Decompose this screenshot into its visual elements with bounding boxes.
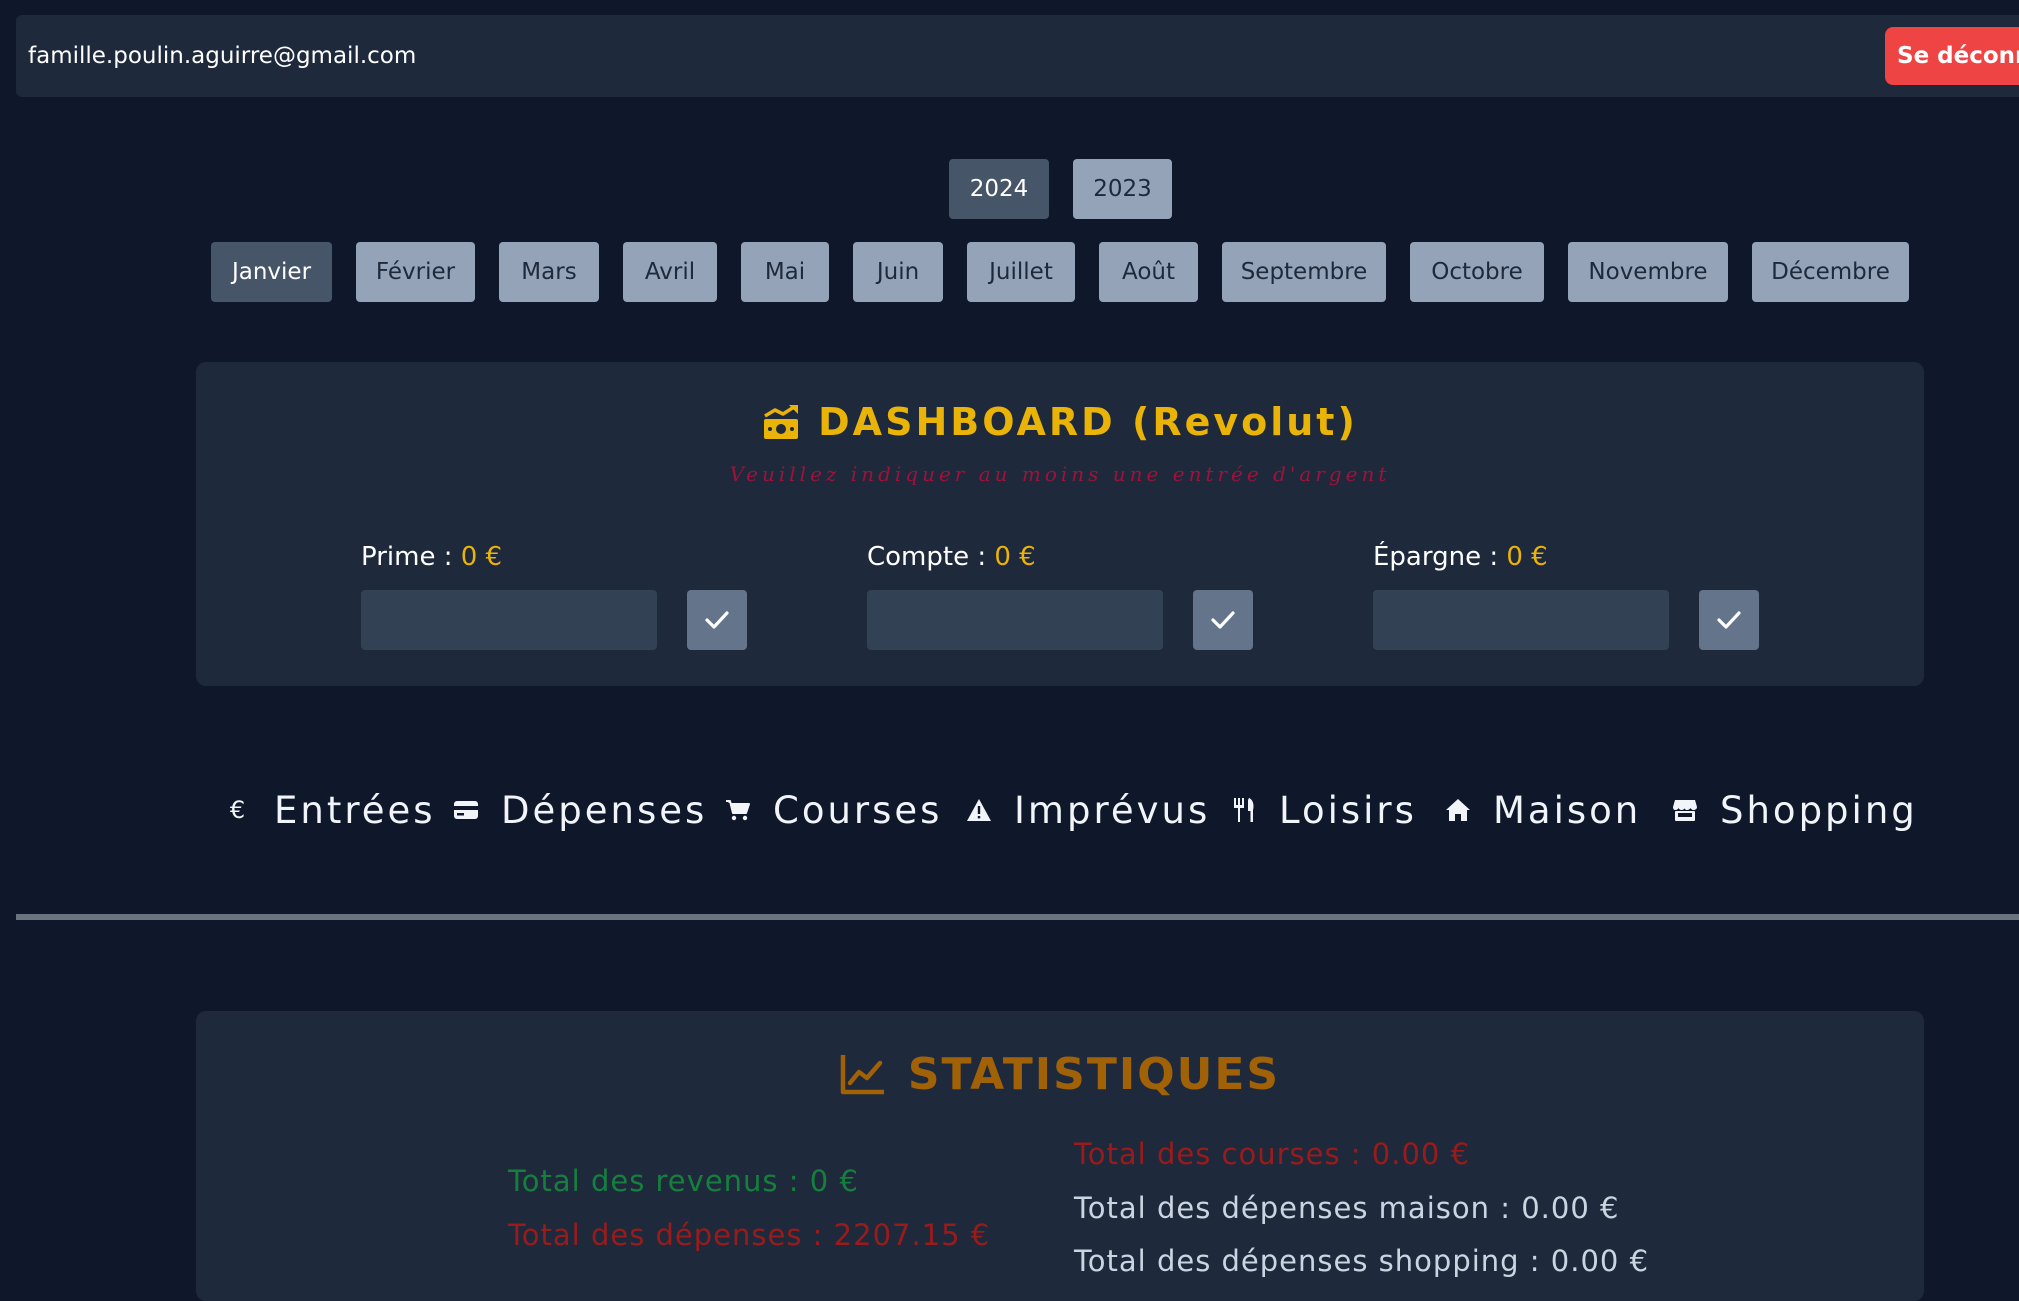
compte-input[interactable]	[867, 590, 1163, 650]
stat-total-revenus: Total des revenus : 0 €	[508, 1164, 859, 1198]
month-button-aout[interactable]: Août	[1099, 242, 1198, 302]
money-bill-trend-icon	[764, 405, 799, 439]
stat-total-courses: Total des courses : 0.00 €	[1074, 1137, 1471, 1171]
chart-line-icon	[840, 1055, 884, 1095]
month-button-octobre[interactable]: Octobre	[1410, 242, 1544, 302]
nav-shopping[interactable]: Shopping	[1672, 778, 1918, 842]
logout-button[interactable]: Se déconnecter	[1885, 27, 2019, 85]
compte-label: Compte : 0 €	[867, 542, 1036, 572]
prime-label-text: Prime :	[361, 542, 453, 572]
statistics-panel: STATISTIQUES Total des revenus : 0 € Tot…	[196, 1011, 1924, 1301]
check-icon	[1211, 611, 1235, 629]
compte-label-text: Compte :	[867, 542, 987, 572]
warning-icon	[966, 798, 992, 822]
euro-icon: €	[229, 796, 249, 824]
prime-label: Prime : 0 €	[361, 542, 502, 572]
dashboard-title-text: DASHBOARD (Revolut)	[818, 400, 1358, 444]
month-button-avril[interactable]: Avril	[623, 242, 717, 302]
prime-value: 0 €	[460, 542, 503, 572]
nav-courses[interactable]: Courses	[725, 778, 942, 842]
dashboard-panel: DASHBOARD (Revolut) Veuillez indiquer au…	[196, 362, 1924, 686]
nav-shopping-label: Shopping	[1720, 788, 1918, 832]
month-button-fevrier[interactable]: Février	[356, 242, 475, 302]
stat-total-depenses: Total des dépenses : 2207.15 €	[508, 1218, 991, 1252]
epargne-label: Épargne : 0 €	[1373, 542, 1548, 572]
epargne-value: 0 €	[1506, 542, 1548, 572]
category-nav: € Entrées Dépenses Courses Imprévus Lois…	[0, 778, 2019, 842]
year-button-2024[interactable]: 2024	[949, 159, 1049, 219]
nav-depenses[interactable]: Dépenses	[453, 778, 707, 842]
compte-confirm-button[interactable]	[1193, 590, 1253, 650]
check-icon	[705, 611, 729, 629]
cart-icon	[725, 799, 751, 821]
store-icon	[1672, 798, 1698, 822]
nav-entrees-label: Entrées	[274, 788, 436, 832]
nav-imprevus-label: Imprévus	[1014, 788, 1211, 832]
statistics-title: STATISTIQUES	[196, 1049, 1924, 1100]
prime-confirm-button[interactable]	[687, 590, 747, 650]
stat-total-shopping: Total des dépenses shopping : 0.00 €	[1074, 1244, 1650, 1278]
nav-maison[interactable]: Maison	[1445, 778, 1641, 842]
nav-entrees[interactable]: € Entrées	[226, 778, 436, 842]
user-email: famille.poulin.aguirre@gmail.com	[28, 43, 417, 69]
month-button-juin[interactable]: Juin	[853, 242, 943, 302]
year-button-2023[interactable]: 2023	[1073, 159, 1172, 219]
compte-value: 0 €	[994, 542, 1036, 572]
credit-card-icon	[453, 800, 479, 820]
statistics-title-text: STATISTIQUES	[907, 1049, 1281, 1100]
month-button-decembre[interactable]: Décembre	[1752, 242, 1909, 302]
utensils-icon	[1231, 797, 1257, 823]
epargne-confirm-button[interactable]	[1699, 590, 1759, 650]
nav-loisirs[interactable]: Loisirs	[1231, 778, 1417, 842]
month-button-mai[interactable]: Mai	[741, 242, 829, 302]
dashboard-title: DASHBOARD (Revolut)	[196, 400, 1924, 444]
month-button-juillet[interactable]: Juillet	[967, 242, 1075, 302]
nav-depenses-label: Dépenses	[501, 788, 708, 832]
home-icon	[1445, 798, 1471, 822]
prime-input[interactable]	[361, 590, 657, 650]
check-icon	[1717, 611, 1741, 629]
nav-maison-label: Maison	[1493, 788, 1642, 832]
month-button-janvier[interactable]: Janvier	[211, 242, 332, 302]
nav-courses-label: Courses	[773, 788, 943, 832]
epargne-input[interactable]	[1373, 590, 1669, 650]
nav-imprevus[interactable]: Imprévus	[966, 778, 1210, 842]
stat-total-maison: Total des dépenses maison : 0.00 €	[1074, 1191, 1620, 1225]
month-button-novembre[interactable]: Novembre	[1568, 242, 1728, 302]
top-bar: famille.poulin.aguirre@gmail.com Se déco…	[16, 15, 2019, 97]
month-button-septembre[interactable]: Septembre	[1222, 242, 1386, 302]
section-divider	[16, 914, 2019, 920]
epargne-label-text: Épargne :	[1373, 542, 1499, 572]
dashboard-subtitle: Veuillez indiquer au moins une entrée d'…	[729, 462, 1391, 486]
nav-loisirs-label: Loisirs	[1279, 788, 1417, 832]
month-button-mars[interactable]: Mars	[499, 242, 599, 302]
